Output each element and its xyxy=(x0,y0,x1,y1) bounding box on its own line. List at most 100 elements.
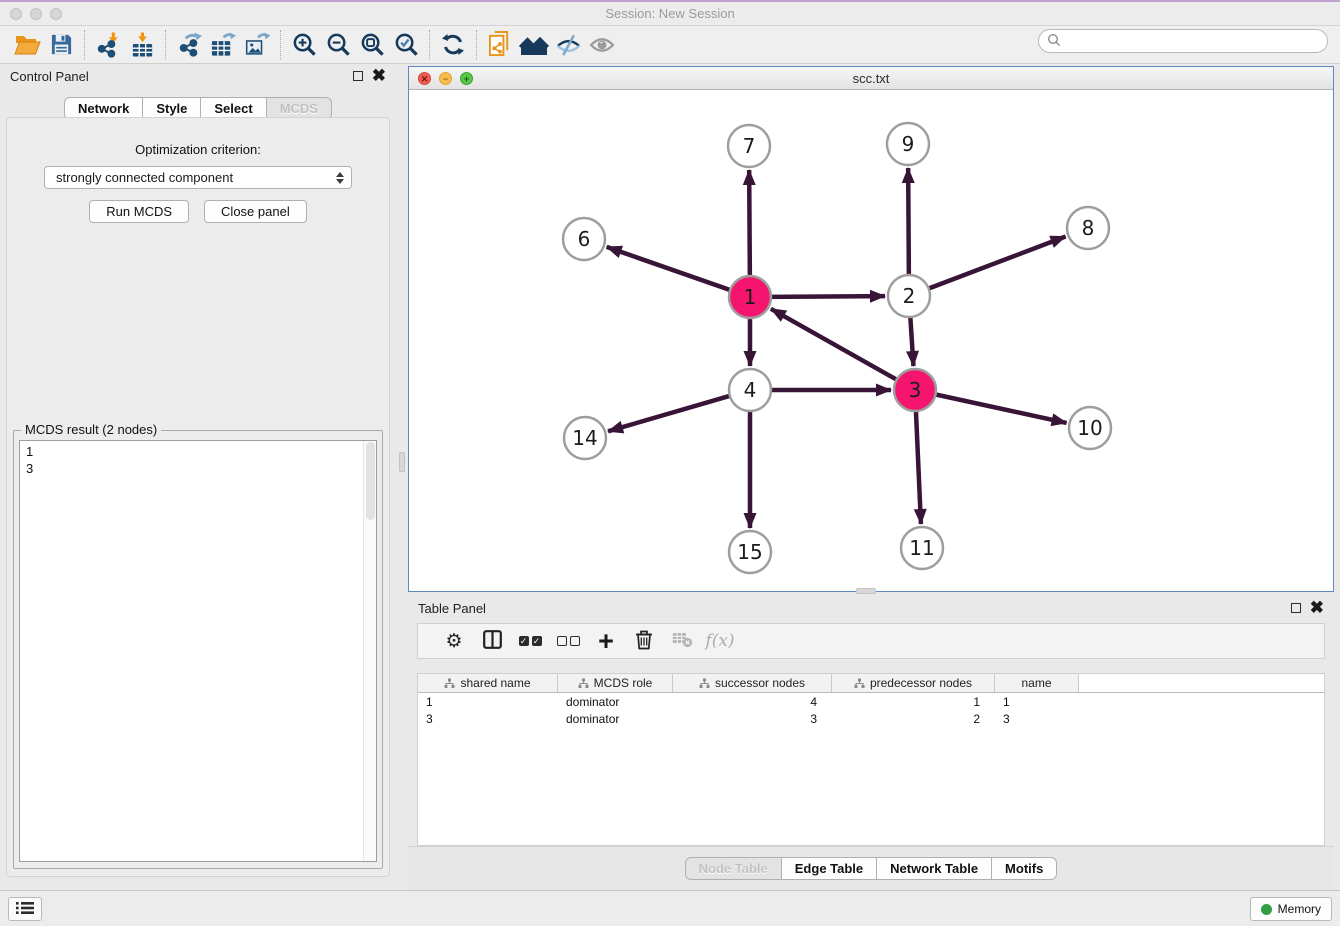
open-session-button[interactable] xyxy=(10,29,44,61)
search-field[interactable] xyxy=(1038,29,1328,53)
table-cell[interactable]: 1 xyxy=(418,695,558,709)
export-network-button[interactable] xyxy=(172,29,206,61)
refresh-view-button[interactable] xyxy=(436,29,470,61)
home-networks-button[interactable] xyxy=(517,29,551,61)
table-cell[interactable]: 1 xyxy=(995,695,1079,709)
frame-close-button[interactable]: ✕ xyxy=(418,72,431,85)
fx-icon: f(x) xyxy=(705,631,734,651)
add-column-button[interactable]: + xyxy=(587,631,625,651)
table-cell[interactable]: dominator xyxy=(558,712,673,726)
import-table-button[interactable] xyxy=(125,29,159,61)
close-panel-icon[interactable]: ✖ xyxy=(372,71,386,81)
window-titlebar: Session: New Session xyxy=(0,0,1340,26)
zoom-in-button[interactable] xyxy=(287,29,321,61)
table-cell[interactable]: 2 xyxy=(832,712,995,726)
edge-2-8[interactable] xyxy=(928,237,1066,289)
graph-node-7[interactable]: 7 xyxy=(728,125,770,167)
export-table-button[interactable] xyxy=(206,29,240,61)
mcds-result-textarea[interactable]: 1 3 xyxy=(19,440,377,862)
clone-network-button[interactable] xyxy=(483,29,517,61)
column-header-name[interactable]: name xyxy=(995,674,1079,692)
edge-1-7[interactable] xyxy=(749,170,750,277)
edge-2-9[interactable] xyxy=(908,168,909,276)
edge-3-11[interactable] xyxy=(916,410,921,524)
zoom-fit-button[interactable] xyxy=(355,29,389,61)
criterion-select[interactable]: strongly connected component xyxy=(44,166,352,189)
graph-node-3[interactable]: 3 xyxy=(894,369,936,411)
tab-motifs[interactable]: Motifs xyxy=(992,857,1057,880)
run-mcds-button[interactable]: Run MCDS xyxy=(89,200,189,223)
frame-maximize-button[interactable]: + xyxy=(460,72,473,85)
table-row[interactable]: 3dominator323 xyxy=(418,710,1324,727)
columns-icon xyxy=(483,630,502,652)
edge-1-2[interactable] xyxy=(770,296,885,297)
graph-node-2[interactable]: 2 xyxy=(888,275,930,317)
edge-1-6[interactable] xyxy=(607,247,731,290)
column-header-shared-name[interactable]: shared name xyxy=(418,674,558,692)
search-input[interactable] xyxy=(1066,32,1327,50)
plus-icon: + xyxy=(598,631,614,651)
task-history-button[interactable] xyxy=(8,897,42,921)
memory-button[interactable]: Memory xyxy=(1250,897,1332,921)
graph-node-15[interactable]: 15 xyxy=(729,531,771,573)
delete-column-button[interactable] xyxy=(625,629,663,653)
select-all-columns-button[interactable]: ✓✓ xyxy=(511,636,549,646)
select-arrows-icon xyxy=(336,172,344,184)
save-session-button[interactable] xyxy=(44,29,78,61)
memory-label: Memory xyxy=(1278,902,1321,916)
hide-graphics-button[interactable] xyxy=(551,29,585,61)
column-header-mcds-role[interactable]: MCDS role xyxy=(558,674,673,692)
result-scrollbar[interactable] xyxy=(363,441,376,861)
frame-minimize-button[interactable]: − xyxy=(439,72,452,85)
edge-3-10[interactable] xyxy=(935,394,1067,423)
show-columns-button[interactable] xyxy=(473,630,511,652)
show-graphics-button[interactable] xyxy=(585,29,619,61)
graph-node-1[interactable]: 1 xyxy=(729,276,771,318)
node-label: 14 xyxy=(572,426,597,450)
edge-2-3[interactable] xyxy=(910,316,913,366)
mcds-panel: Optimization criterion: strongly connect… xyxy=(6,117,390,877)
import-network-button[interactable] xyxy=(91,29,125,61)
graph-node-14[interactable]: 14 xyxy=(564,417,606,459)
export-image-button[interactable] xyxy=(240,29,274,61)
close-panel-icon[interactable]: ✖ xyxy=(1310,603,1324,613)
graph-node-10[interactable]: 10 xyxy=(1069,407,1111,449)
graph-node-11[interactable]: 11 xyxy=(901,527,943,569)
vertical-splitter-handle[interactable] xyxy=(399,452,405,472)
table-options-button[interactable]: ⚙ xyxy=(435,630,473,653)
table-cell[interactable]: 1 xyxy=(832,695,995,709)
table-cell[interactable]: dominator xyxy=(558,695,673,709)
horizontal-splitter-handle[interactable] xyxy=(856,588,876,594)
tab-network-table[interactable]: Network Table xyxy=(877,857,992,880)
graph-node-4[interactable]: 4 xyxy=(729,369,771,411)
network-graph[interactable]: 7 9 6 8 1 2 4 3 14 10 15 11 xyxy=(409,90,1333,591)
edge-4-14[interactable] xyxy=(608,396,731,432)
node-label: 4 xyxy=(744,378,757,402)
column-header-predecessor-nodes[interactable]: predecessor nodes xyxy=(832,674,995,692)
table-cell[interactable]: 3 xyxy=(995,712,1079,726)
float-panel-icon[interactable] xyxy=(1291,603,1301,613)
tab-edge-table[interactable]: Edge Table xyxy=(782,857,877,880)
deselect-all-columns-button[interactable] xyxy=(549,636,587,646)
table-row[interactable]: 1dominator411 xyxy=(418,693,1324,710)
graph-node-6[interactable]: 6 xyxy=(563,218,605,260)
tab-node-table[interactable]: Node Table xyxy=(685,857,782,880)
zoom-in-icon xyxy=(292,32,317,57)
mcds-result-title: MCDS result (2 nodes) xyxy=(21,422,161,437)
table-cell[interactable]: 4 xyxy=(673,695,832,709)
graph-node-8[interactable]: 8 xyxy=(1067,207,1109,249)
network-canvas[interactable]: 7 9 6 8 1 2 4 3 14 10 15 11 xyxy=(409,90,1333,591)
table-cell[interactable]: 3 xyxy=(673,712,832,726)
function-builder-button[interactable]: f(x) xyxy=(701,631,739,651)
delete-table-button[interactable] xyxy=(663,632,701,651)
network-frame-titlebar[interactable]: scc.txt ✕ − + xyxy=(409,67,1333,90)
trash-icon xyxy=(635,629,653,653)
table-cell[interactable]: 3 xyxy=(418,712,558,726)
zoom-out-button[interactable] xyxy=(321,29,355,61)
graph-node-9[interactable]: 9 xyxy=(887,123,929,165)
zoom-selected-button[interactable] xyxy=(389,29,423,61)
edge-3-1[interactable] xyxy=(771,309,898,380)
column-header-successor-nodes[interactable]: successor nodes xyxy=(673,674,832,692)
float-panel-icon[interactable] xyxy=(353,71,363,81)
close-panel-button[interactable]: Close panel xyxy=(204,200,307,223)
